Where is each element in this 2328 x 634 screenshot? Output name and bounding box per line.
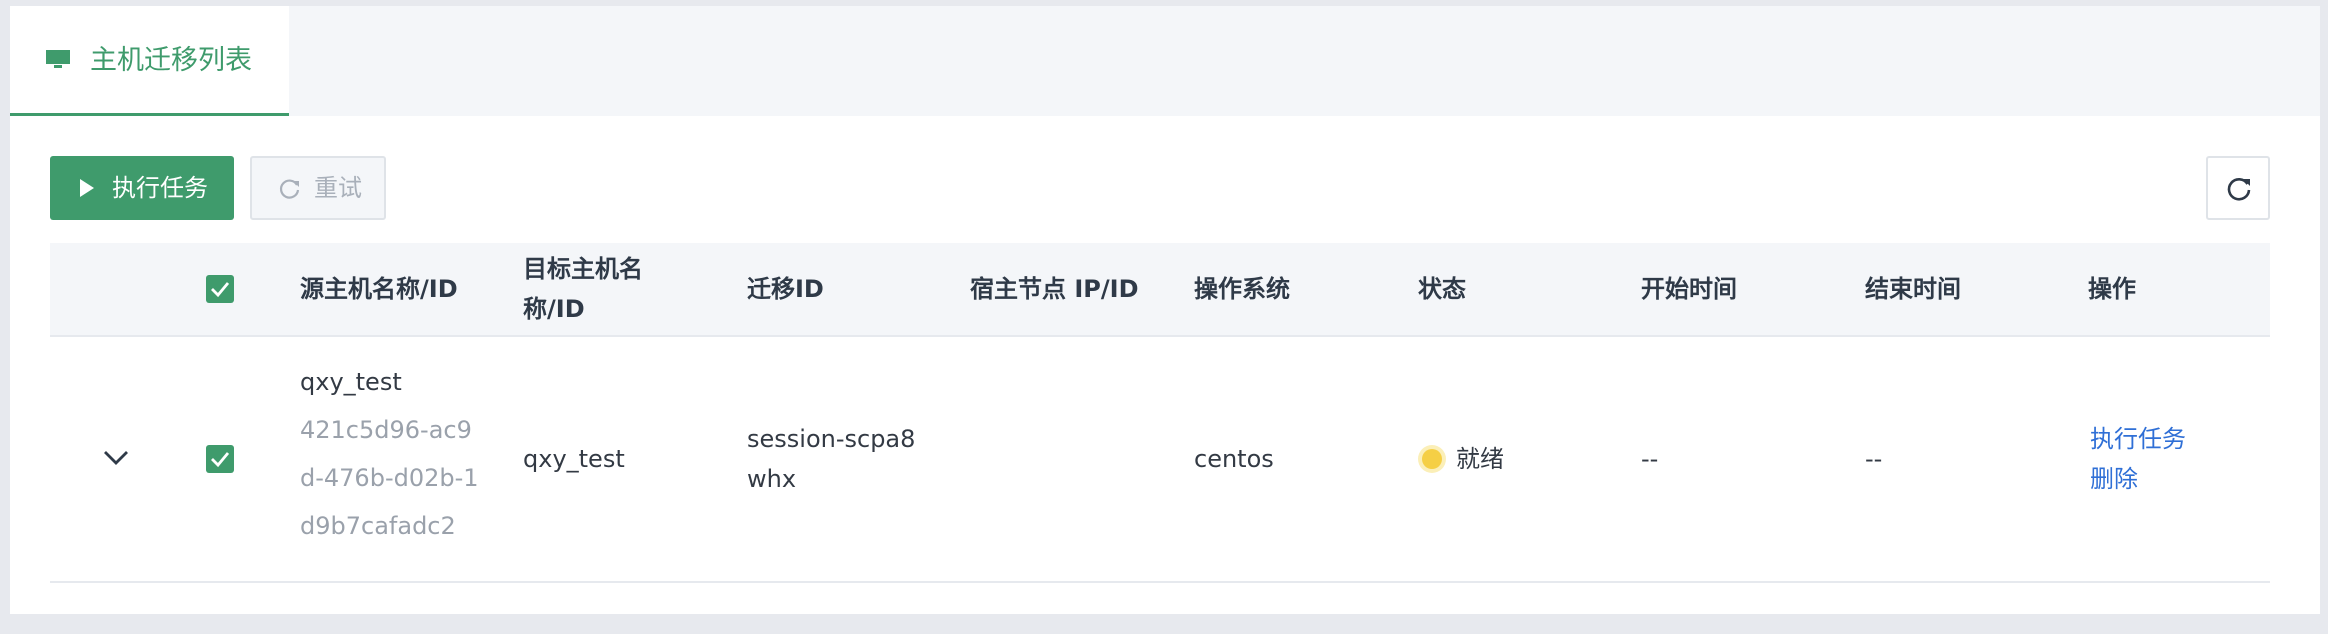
source-host-id-line: 421c5d96-ac9 xyxy=(300,416,472,444)
row-run-task-link[interactable]: 执行任务 xyxy=(2090,419,2186,459)
start-time: -- xyxy=(1641,445,1659,473)
column-header-target-line1: 目标主机名 xyxy=(523,255,643,283)
column-header-host-node: 宿主节点 IP/ID xyxy=(970,275,1139,303)
status-text: 就绪 xyxy=(1456,445,1504,473)
retry-icon xyxy=(279,179,300,199)
tab-host-migration-list[interactable]: 主机迁移列表 xyxy=(10,6,289,116)
row-checkbox[interactable] xyxy=(206,445,234,473)
tab-title: 主机迁移列表 xyxy=(90,45,252,76)
column-header-migration-id: 迁移ID xyxy=(747,275,824,303)
end-time: -- xyxy=(1865,445,1883,473)
main-panel: 主机迁移列表 执行任务 重试 源主机名称/ID 目标主机名 称/ID 迁移ID … xyxy=(10,6,2320,614)
source-host-name: qxy_test xyxy=(300,368,402,396)
monitor-icon xyxy=(46,50,70,68)
tab-bar: 主机迁移列表 xyxy=(10,6,2320,116)
select-all-checkbox[interactable] xyxy=(206,275,234,303)
migration-id-line: whx xyxy=(747,465,797,493)
target-host-name: qxy_test xyxy=(523,445,625,473)
migration-id-line: session-scpa8 xyxy=(747,425,916,453)
check-icon xyxy=(211,452,230,468)
column-header-os: 操作系统 xyxy=(1194,275,1290,303)
retry-button[interactable]: 重试 xyxy=(250,156,386,220)
run-task-button[interactable]: 执行任务 xyxy=(50,156,234,220)
column-header-source: 源主机名称/ID xyxy=(300,275,458,303)
status-dot-icon xyxy=(1422,449,1442,469)
column-header-end-time: 结束时间 xyxy=(1865,275,1961,303)
column-header-actions: 操作 xyxy=(2088,275,2136,303)
column-header-status: 状态 xyxy=(1418,275,1466,303)
refresh-button[interactable] xyxy=(2206,156,2270,220)
source-host-id-line: d9b7cafadc2 xyxy=(300,512,456,540)
check-icon xyxy=(211,282,230,298)
table-header: 源主机名称/ID 目标主机名 称/ID 迁移ID 宿主节点 IP/ID 操作系统… xyxy=(50,243,2270,337)
retry-label: 重试 xyxy=(314,174,362,202)
column-header-start-time: 开始时间 xyxy=(1641,275,1737,303)
table-row: qxy_test 421c5d96-ac9 d-476b-d02b-1 d9b7… xyxy=(50,337,2270,583)
refresh-icon xyxy=(2227,178,2251,201)
column-header-target-line2: 称/ID xyxy=(523,295,585,323)
play-icon xyxy=(80,179,94,197)
chevron-down-icon[interactable] xyxy=(103,450,129,466)
run-task-label: 执行任务 xyxy=(112,174,208,202)
row-delete-link[interactable]: 删除 xyxy=(2090,459,2138,499)
operating-system: centos xyxy=(1194,445,1274,473)
source-host-id-line: d-476b-d02b-1 xyxy=(300,464,479,492)
